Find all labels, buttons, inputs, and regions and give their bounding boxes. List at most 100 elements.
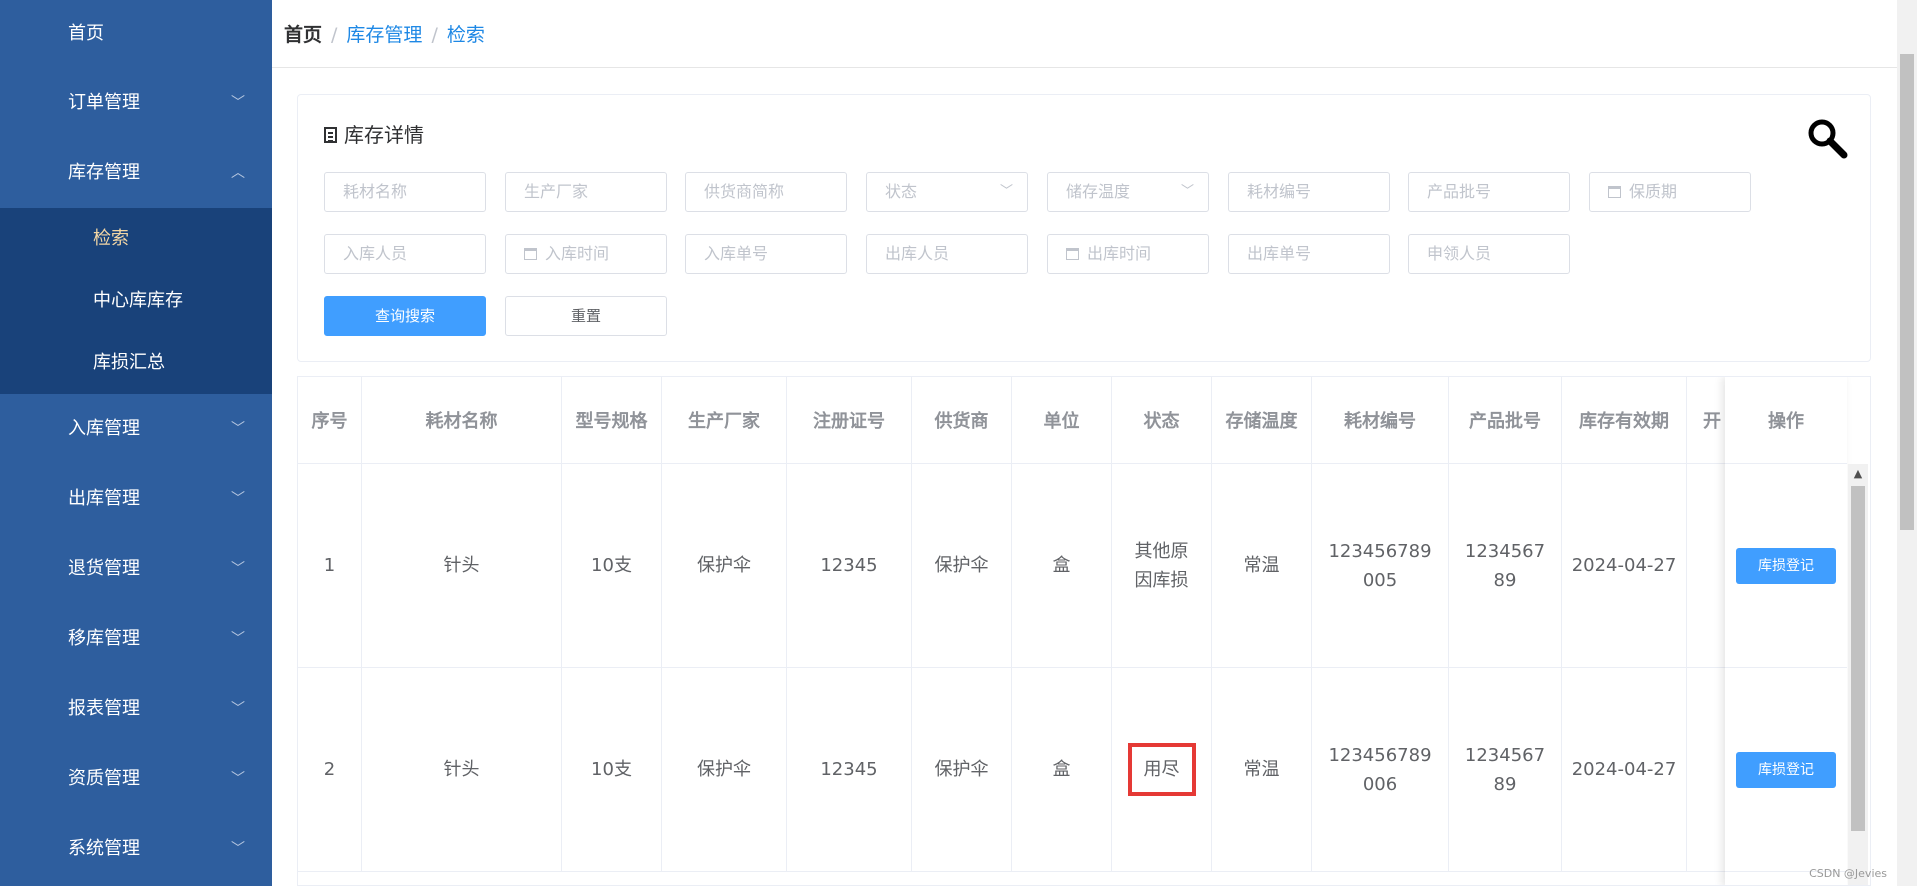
sidebar-item-outbound[interactable]: 出库管理 ﹀ — [0, 464, 272, 534]
chevron-down-icon: ﹀ — [231, 841, 245, 857]
chevron-down-icon: ﹀ — [999, 184, 1013, 199]
breadcrumb-separator: / — [331, 24, 338, 46]
out-no-input[interactable] — [1228, 234, 1390, 274]
inventory-submenu: 检索 中心库库存 库损汇总 — [0, 208, 272, 394]
storage-temp-placeholder: 储存温度 — [1066, 182, 1131, 201]
cell-op: 库损登记 — [1725, 668, 1847, 872]
chevron-down-icon: ﹀ — [231, 561, 245, 577]
chevron-down-icon: ﹀ — [231, 95, 245, 111]
sidebar-item-label: 退货管理 — [68, 558, 140, 579]
sidebar-item-reports[interactable]: 报表管理 ﹀ — [0, 674, 272, 744]
cell-spec: 10支 — [562, 668, 662, 872]
search-icon[interactable] — [1806, 117, 1848, 159]
cell-expiry: 2024-04-27 — [1562, 668, 1687, 872]
cell-maker: 保护伞 — [662, 668, 787, 872]
operation-column: 操作 库损登记 库损登记 — [1725, 377, 1847, 885]
sidebar-item-orders[interactable]: 订单管理 ﹀ — [0, 68, 272, 138]
sidebar-item-label: 报表管理 — [68, 698, 140, 719]
sidebar-item-home[interactable]: 首页 — [0, 0, 272, 68]
status-highlight: 用尽 — [1127, 743, 1196, 796]
scroll-up-icon[interactable]: ▲ — [1848, 464, 1868, 484]
chevron-down-icon: ﹀ — [231, 771, 245, 787]
scrollbar-thumb[interactable] — [1900, 54, 1914, 530]
in-no-input[interactable] — [685, 234, 847, 274]
sidebar-item-label: 系统管理 — [68, 838, 140, 859]
page-scrollbar[interactable] — [1897, 0, 1917, 886]
sidebar-item-label: 资质管理 — [68, 768, 140, 789]
breadcrumb-search[interactable]: 检索 — [447, 24, 485, 46]
search-button[interactable]: 查询搜索 — [324, 296, 486, 336]
chevron-up-icon: ︿ — [231, 165, 245, 181]
cell-seq: 1 — [298, 464, 362, 668]
panel-title-text: 库存详情 — [344, 123, 424, 147]
sidebar-item-label: 移库管理 — [68, 628, 140, 649]
sidebar-subitem-central-stock[interactable]: 中心库库存 — [0, 270, 272, 332]
column-header: 耗材名称 — [362, 377, 562, 464]
manufacturer-input[interactable] — [505, 172, 667, 212]
inventory-table: 序号 耗材名称 型号规格 生产厂家 注册证号 供货商 单位 状态 存储温度 耗材… — [297, 376, 1871, 886]
sidebar-item-label: 出库管理 — [68, 488, 140, 509]
sidebar-item-returns[interactable]: 退货管理 ﹀ — [0, 534, 272, 604]
column-header: 单位 — [1012, 377, 1112, 464]
shelf-life-date-picker[interactable]: 保质期 — [1589, 172, 1751, 212]
out-person-input[interactable] — [866, 234, 1028, 274]
sidebar-item-label: 库存管理 — [68, 162, 140, 183]
cell-unit: 盒 — [1012, 464, 1112, 668]
column-header: 注册证号 — [787, 377, 912, 464]
sidebar-subitem-search[interactable]: 检索 — [0, 208, 272, 270]
calendar-icon — [1608, 186, 1621, 198]
cell-spec: 10支 — [562, 464, 662, 668]
status-select[interactable]: 状态 ﹀ — [866, 172, 1028, 212]
loss-register-button[interactable]: 库损登记 — [1736, 547, 1836, 584]
cell-maker: 保护伞 — [662, 464, 787, 668]
cell-batch: 123456789 — [1449, 668, 1562, 872]
out-time-date-picker[interactable]: 出库时间 — [1047, 234, 1209, 274]
search-panel: 库存详情 状态 ﹀ 储存温度 ﹀ 保质期 入库时间 出库时间 查询搜索 重置 — [297, 94, 1871, 362]
batch-no-input[interactable] — [1408, 172, 1570, 212]
reset-button[interactable]: 重置 — [505, 296, 667, 336]
breadcrumb: 首页 / 库存管理 / 检索 — [284, 20, 485, 47]
table-scrollbar[interactable]: ▲ — [1848, 464, 1868, 885]
storage-temp-select[interactable]: 储存温度 ﹀ — [1047, 172, 1209, 212]
column-header: 型号规格 — [562, 377, 662, 464]
column-header: 产品批号 — [1449, 377, 1562, 464]
cell-reg: 12345 — [787, 464, 912, 668]
sidebar-item-label: 入库管理 — [68, 418, 140, 439]
material-no-input[interactable] — [1228, 172, 1390, 212]
cell-op: 库损登记 — [1725, 464, 1847, 668]
material-name-input[interactable] — [324, 172, 486, 212]
breadcrumb-home[interactable]: 首页 — [284, 24, 322, 46]
cell-temp: 常温 — [1212, 464, 1312, 668]
sidebar-item-system[interactable]: 系统管理 ﹀ — [0, 814, 272, 884]
loss-register-button[interactable]: 库损登记 — [1736, 751, 1836, 788]
chevron-down-icon: ﹀ — [231, 491, 245, 507]
supplier-input[interactable] — [685, 172, 847, 212]
chevron-down-icon: ﹀ — [1180, 184, 1194, 199]
in-person-input[interactable] — [324, 234, 486, 274]
column-header: 操作 — [1725, 377, 1847, 464]
column-header: 耗材编号 — [1312, 377, 1449, 464]
scrollbar-thumb[interactable] — [1851, 486, 1865, 831]
cell-temp: 常温 — [1212, 668, 1312, 872]
sidebar-item-transfer[interactable]: 移库管理 ﹀ — [0, 604, 272, 674]
sidebar-item-inventory[interactable]: 库存管理 ︿ — [0, 138, 272, 208]
cell-status: 其他原因库损 — [1112, 464, 1212, 668]
cell-name: 针头 — [362, 464, 562, 668]
sidebar-item-label: 订单管理 — [68, 92, 140, 113]
watermark: CSDN @Jevies — [1809, 867, 1887, 880]
sidebar-subitem-loss-summary[interactable]: 库损汇总 — [0, 332, 272, 394]
in-time-date-picker[interactable]: 入库时间 — [505, 234, 667, 274]
cell-supplier: 保护伞 — [912, 464, 1012, 668]
shelf-life-placeholder: 保质期 — [1629, 182, 1678, 201]
cell-name: 针头 — [362, 668, 562, 872]
document-icon — [324, 127, 337, 143]
applicant-input[interactable] — [1408, 234, 1570, 274]
cell-unit: 盒 — [1012, 668, 1112, 872]
sidebar-item-inbound[interactable]: 入库管理 ﹀ — [0, 394, 272, 464]
header: 首页 / 库存管理 / 检索 — [272, 0, 1897, 68]
cell-code: 123456789006 — [1312, 668, 1449, 872]
breadcrumb-separator: / — [431, 24, 438, 46]
cell-seq: 2 — [298, 668, 362, 872]
breadcrumb-inventory[interactable]: 库存管理 — [346, 24, 422, 46]
sidebar-item-qualification[interactable]: 资质管理 ﹀ — [0, 744, 272, 814]
